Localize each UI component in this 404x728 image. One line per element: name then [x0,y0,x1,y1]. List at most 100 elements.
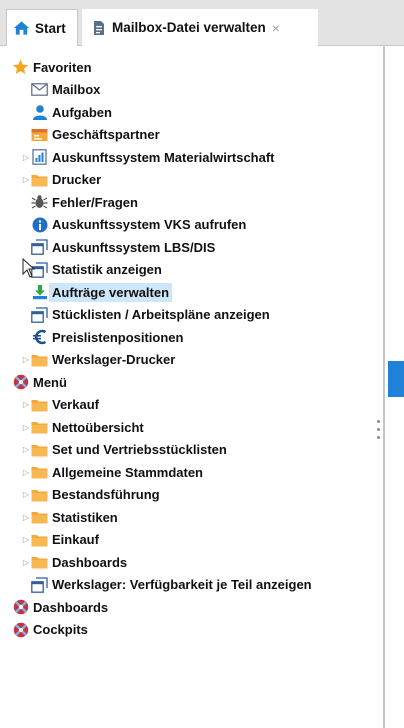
tree-item[interactable]: Geschäftspartner [21,124,160,146]
tree-item[interactable]: ▷ Verkauf [21,394,99,416]
tab-start-label: Start [35,20,66,36]
tree-item-label: Set und Vertriebsstücklisten [52,442,227,457]
tree-item[interactable]: ▷ Nettoübersicht [21,416,144,438]
document-icon [90,20,107,36]
tree-item-label: Geschäftspartner [52,127,160,142]
user-icon [31,104,48,120]
tree-item[interactable]: Statistik anzeigen [21,259,162,281]
tree-item[interactable]: ▷ Dashboards [21,551,127,573]
mail-icon [31,82,48,98]
menu-ball-icon [12,622,29,638]
euro-icon [31,329,48,345]
folder-icon [31,509,48,525]
expand-arrow-icon[interactable]: ▷ [21,355,31,364]
tree-item-label: Favoriten [33,59,92,75]
tree-item[interactable]: ▷ Bestandsführung [21,484,160,506]
tree-item-label: Einkauf [52,532,99,547]
tree-item-label: Mailbox [52,82,101,97]
tree-root-menu[interactable]: Menü [12,371,67,393]
tree-item-label: Verkauf [52,397,99,412]
tab-bar: Start Mailbox-Datei verwalten × [0,0,404,46]
window-icon [31,576,48,593]
tree-item-label: Fehler/Fragen [52,194,138,210]
tree-item[interactable]: Preislistenpositionen [21,326,183,348]
tree-root-favoriten[interactable]: Favoriten [12,56,92,78]
tree-item-label: Drucker [52,172,102,187]
window-icon [31,239,48,255]
expand-arrow-icon[interactable]: ▷ [21,445,31,454]
tree-item[interactable]: ▷ Einkauf [21,529,99,551]
panel-splitter[interactable] [383,46,385,728]
tree-item[interactable]: Aufgaben [21,101,112,123]
tree-item[interactable]: ▷ Drucker [21,169,101,191]
side-panel-tab[interactable] [388,361,404,397]
splitter-grip-icon[interactable] [377,420,381,444]
expand-arrow-icon[interactable]: ▷ [21,153,31,162]
expand-arrow-icon[interactable]: ▷ [21,490,31,499]
tree-item-label: Statistik anzeigen [52,262,162,277]
tree-item-label: Stücklisten / Arbeitspläne anzeigen [52,307,270,322]
tree-root-cockpits[interactable]: Cockpits [12,619,88,641]
folder-icon [31,172,48,188]
expand-arrow-icon[interactable]: ▷ [21,513,31,522]
tree-item-label: Preislistenpositionen [52,329,184,345]
tree-root-dashboards[interactable]: Dashboards [12,596,108,618]
report-icon [31,149,48,165]
tree-item-label: Werkslager-Drucker [52,352,176,367]
info-icon [31,217,48,233]
tree-item-label: Dashboards [33,599,109,615]
tree-item[interactable]: Werkslager: Verfügbarkeit je Teil anzeig… [21,574,312,596]
home-icon [13,20,30,36]
folder-icon [31,419,48,435]
tab-start[interactable]: Start [6,9,78,46]
tree-item-label: Auskunftssystem VKS aufrufen [52,217,247,232]
expand-arrow-icon[interactable]: ▷ [21,468,31,477]
tree-item-label: Bestandsführung [52,487,160,502]
tree-item-label: Nettoübersicht [52,419,144,435]
bug-icon [31,194,48,210]
star-icon [12,59,29,75]
window-icon [31,306,48,323]
expand-arrow-icon[interactable]: ▷ [21,400,31,409]
tree-item[interactable]: ▷ Allgemeine Stammdaten [21,461,203,483]
tab-mailbox-datei[interactable]: Mailbox-Datei verwalten × [82,9,318,46]
folder-icon [31,442,48,458]
tab-mailbox-datei-label: Mailbox-Datei verwalten [112,20,266,35]
tree-item-label: Dashboards [52,554,128,570]
mouse-cursor-icon [22,257,36,281]
folder-icon [31,532,48,548]
expand-arrow-icon[interactable]: ▷ [21,558,31,567]
tree-item[interactable]: Auskunftssystem VKS aufrufen [21,214,246,236]
tree-item-label: Cockpits [33,622,88,637]
tree-item[interactable]: Stücklisten / Arbeitspläne anzeigen [21,304,270,326]
close-icon[interactable]: × [272,20,280,36]
menu-ball-icon [12,374,29,390]
folder-icon [31,464,48,480]
tree-item-label: Auskunftssystem Materialwirtschaft [52,149,275,165]
menu-ball-icon [12,599,29,615]
tree-item[interactable]: Mailbox [21,79,100,101]
tree-item-label: Aufgaben [52,104,112,120]
folder-icon [31,352,48,368]
tree-item[interactable]: ▷ Werkslager-Drucker [21,349,175,371]
expand-arrow-icon[interactable]: ▷ [21,175,31,184]
tree-item[interactable]: Aufträge verwalten [21,281,173,303]
tree-item[interactable]: ▷ Set und Vertriebsstücklisten [21,439,227,461]
tree-item[interactable]: ▷ Auskunftssystem Materialwirtschaft [21,146,275,168]
expand-arrow-icon[interactable]: ▷ [21,535,31,544]
tree-item[interactable]: ▷ Statistiken [21,506,118,528]
tree-item[interactable]: Auskunftssystem LBS/DIS [21,236,215,258]
tree-item-label: Menü [33,374,67,390]
expand-arrow-icon[interactable]: ▷ [21,423,31,432]
folder-icon [31,554,48,570]
folder-icon [31,487,48,503]
navigation-tree: Favoriten Mailbox Aufgaben Geschäftspartner… [0,46,384,728]
contact-card-icon [31,127,48,143]
tree-item-label: Statistiken [52,509,118,525]
tree-item-label: Werkslager: Verfügbarkeit je Teil anzeig… [52,577,312,592]
tree-item-label: Auskunftssystem LBS/DIS [52,239,216,255]
folder-icon [31,397,48,413]
tree-item-label: Aufträge verwalten [49,282,173,302]
tree-item[interactable]: Fehler/Fragen [21,191,138,213]
download-icon [31,284,48,300]
